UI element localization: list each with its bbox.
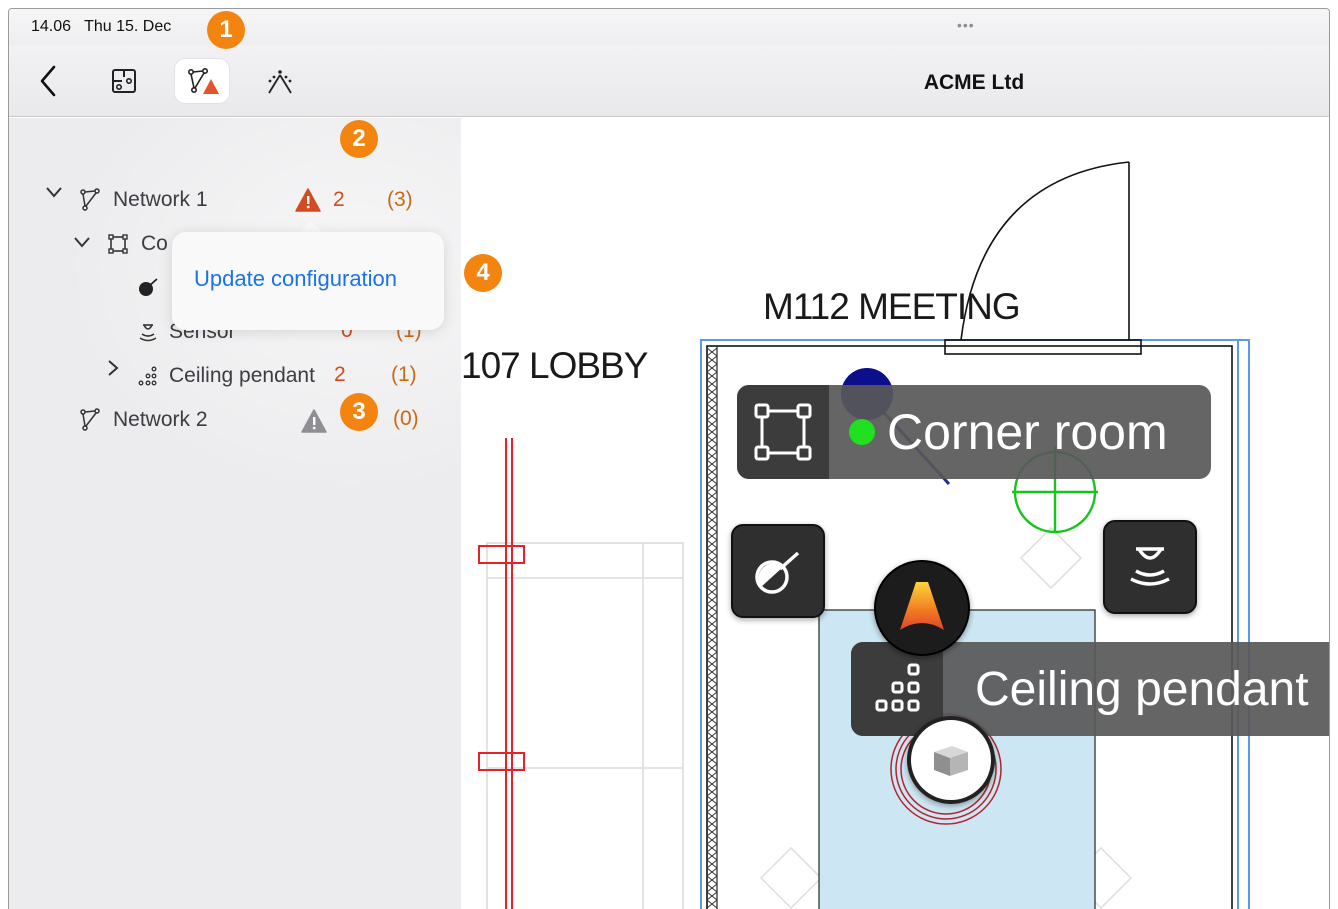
network-icon	[80, 188, 100, 211]
sensor-icon	[1130, 547, 1170, 586]
pendant-icon	[138, 366, 157, 386]
page-title: ACME Ltd	[923, 71, 1025, 94]
warning-cone-icon	[900, 582, 944, 630]
room-label-lobby: 107 LOBBY	[461, 345, 648, 386]
warning-marker[interactable]	[874, 560, 970, 656]
multitasking-dots[interactable]: •••	[957, 17, 975, 33]
network-warnings-button[interactable]	[175, 59, 229, 103]
status-date: Thu 15. Dec	[84, 18, 172, 35]
chevron-down-icon[interactable]	[45, 181, 63, 204]
ceiling-pendant-card[interactable]: Ceiling pendant	[851, 642, 1329, 736]
device-count: (0)	[393, 407, 419, 430]
status-datetime: 14.06 Thu 15. Dec	[31, 18, 171, 36]
warning-count: 2	[334, 363, 346, 386]
back-chevron-icon	[40, 65, 56, 97]
nav-bar: ACME Ltd	[9, 45, 1329, 117]
tree-item-network-1[interactable]: Network 1	[79, 184, 208, 216]
annotation-badge-1: 1	[207, 11, 245, 49]
app-window: 14.06 Thu 15. Dec ••• ACME Ltd Network 1…	[8, 8, 1330, 909]
network-tree-sidebar: Network 1 2 (3) Co Sensor 0 (1) Ceiling …	[9, 118, 461, 909]
warning-icon-inactive[interactable]	[301, 409, 327, 433]
annotation-badge-2: 2	[340, 120, 378, 158]
card-label: Corner room	[887, 404, 1168, 460]
tree-item-network-2[interactable]: Network 2	[79, 404, 208, 436]
beacon-icon	[268, 70, 292, 94]
chevron-right-icon[interactable]	[107, 359, 119, 383]
room-icon	[108, 234, 128, 254]
warning-icon[interactable]	[295, 188, 321, 212]
status-time: 14.06	[31, 18, 72, 35]
warning-count: 2	[333, 188, 345, 211]
sensor-icon	[139, 324, 157, 342]
status-dot	[849, 419, 875, 445]
annotation-badge-4: 4	[464, 254, 502, 292]
device-count: (1)	[391, 363, 417, 386]
annotation-badge-3: 3	[340, 393, 378, 431]
network-icon	[80, 408, 100, 431]
floorplan-canvas[interactable]: M112 MEETING 107 LOBBY Corner room Ceili…	[461, 118, 1329, 909]
chevron-down-icon[interactable]	[73, 231, 91, 254]
room-label-meeting: M112 MEETING	[763, 286, 1021, 327]
tree-item-label: Ceiling pendant	[169, 364, 315, 387]
beacon-button[interactable]	[253, 59, 307, 103]
update-configuration-button[interactable]: Update configuration	[194, 266, 397, 292]
tree-item-label: Network 2	[113, 408, 208, 431]
update-popover: Update configuration	[172, 232, 444, 330]
luminaire-icon	[755, 551, 800, 594]
tree-item-corner-room[interactable]: Co	[107, 228, 168, 260]
luminaire-icon	[139, 278, 158, 296]
network-warning-icon	[187, 67, 219, 94]
tree-item-label: Co	[141, 232, 168, 255]
room-icon	[737, 385, 829, 479]
tree-item-label: Network 1	[113, 188, 208, 211]
card-label: Ceiling pendant	[975, 662, 1309, 716]
sensor-tile[interactable]	[1103, 520, 1197, 614]
tree-item-ceiling-pendant[interactable]: Ceiling pendant	[137, 360, 315, 392]
pendant-device-marker[interactable]	[907, 716, 995, 804]
device-count: (3)	[387, 188, 413, 211]
device-box-icon	[934, 746, 968, 776]
floorplan-icon	[112, 69, 136, 93]
luminaire-tile[interactable]	[731, 524, 825, 618]
back-button[interactable]	[21, 59, 75, 103]
corner-room-card[interactable]: Corner room	[737, 385, 1211, 479]
floorplan-drawing	[478, 161, 1250, 909]
floorplan-button[interactable]	[97, 59, 151, 103]
